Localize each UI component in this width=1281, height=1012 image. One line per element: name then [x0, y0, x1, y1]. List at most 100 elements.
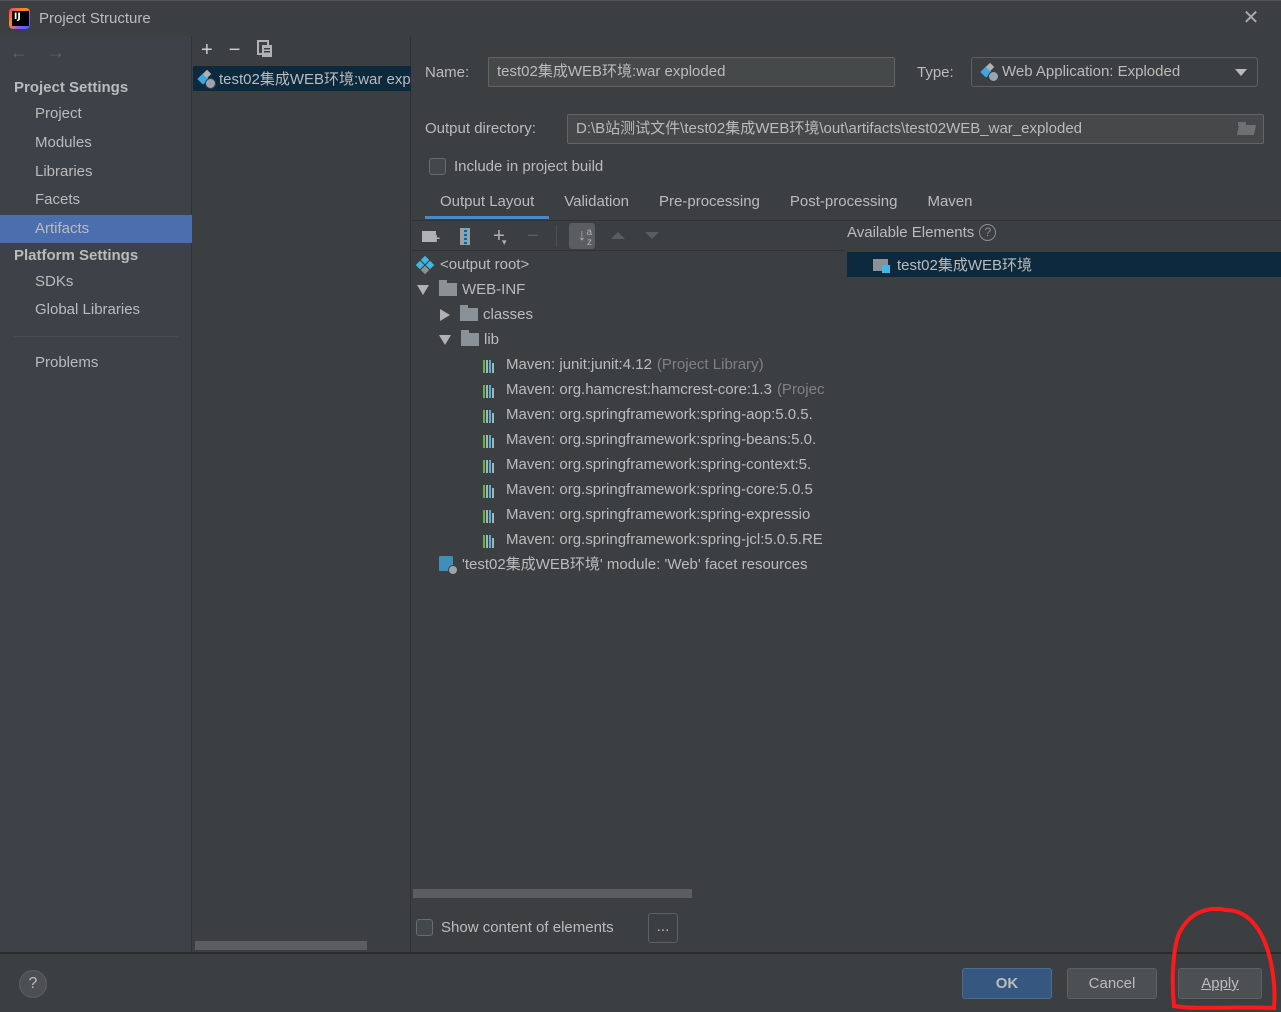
back-arrow-icon[interactable]: ← — [10, 42, 28, 62]
library-name: Maven: org.springframework:spring-aop:5.… — [506, 406, 813, 423]
artifacts-list-panel: + − test02集成WEB环境:war exploded — [193, 36, 411, 952]
new-directory-icon[interactable] — [420, 225, 442, 247]
tree-row-lib[interactable]: lib — [439, 327, 499, 352]
output-root-icon — [415, 255, 435, 274]
library-row[interactable]: Maven: org.hamcrest:hamcrest-core:1.3 (P… — [483, 377, 824, 402]
library-suffix: (Project Library) — [656, 356, 764, 373]
library-row[interactable]: Maven: junit:junit:4.12 (Project Library… — [483, 352, 764, 377]
sidebar-item-artifacts[interactable]: Artifacts — [0, 215, 192, 243]
sidebar-item-modules[interactable]: Modules — [0, 129, 192, 157]
help-icon[interactable]: ? — [979, 224, 997, 241]
tab-pre-processing[interactable]: Pre-processing — [644, 188, 775, 218]
tab-maven[interactable]: Maven — [912, 188, 987, 218]
artifact-tabs: Output Layout Validation Pre-processing … — [425, 188, 988, 219]
archive-icon[interactable] — [454, 225, 476, 247]
tab-post-processing[interactable]: Post-processing — [775, 188, 913, 218]
sidebar-item-problems[interactable]: Problems — [0, 349, 192, 377]
window-title: Project Structure — [39, 10, 151, 27]
section-platform-settings: Platform Settings — [14, 247, 139, 264]
artifact-list-item-label: test02集成WEB环境:war exploded — [219, 71, 411, 88]
add-icon[interactable]: + ▾ — [488, 225, 510, 247]
sidebar-item-sdks[interactable]: SDKs — [0, 268, 192, 296]
show-content-options-button[interactable]: ... — [648, 913, 678, 943]
maven-library-icon — [483, 532, 501, 548]
help-button[interactable]: ? — [19, 970, 47, 998]
sort-alpha-icon[interactable]: ↓ a z — [569, 222, 595, 249]
library-suffix: (Projec — [776, 381, 825, 398]
tab-validation[interactable]: Validation — [549, 188, 644, 218]
folder-icon — [439, 280, 457, 296]
artifact-type-select[interactable]: Web Application: Exploded — [971, 57, 1258, 87]
title-bar: Project Structure ✕ — [0, 0, 1281, 36]
include-in-build-checkbox[interactable] — [429, 158, 446, 175]
apply-button[interactable]: Apply — [1178, 968, 1262, 999]
navigation-arrows: ← → — [10, 42, 79, 63]
output-root-label: <output root> — [440, 256, 530, 273]
classes-label: classes — [483, 306, 534, 323]
cancel-button[interactable]: Cancel — [1067, 968, 1157, 999]
expand-arrow-icon[interactable] — [439, 334, 451, 345]
maven-library-icon — [483, 432, 501, 448]
ok-button[interactable]: OK — [962, 968, 1052, 999]
move-down-icon[interactable] — [645, 232, 659, 239]
remove-artifact-button[interactable]: − — [229, 40, 241, 64]
include-in-build-label: Include in project build — [454, 158, 604, 175]
copy-artifact-button[interactable] — [256, 40, 274, 64]
forward-arrow-icon[interactable]: → — [47, 42, 65, 62]
output-directory-input[interactable]: D:\B站测试文件\test02集成WEB环境\out\artifacts\te… — [567, 114, 1264, 144]
tree-row-web-inf[interactable]: WEB-INF — [417, 277, 525, 302]
library-name: Maven: org.springframework:spring-beans:… — [506, 431, 817, 448]
tree-horizontal-scrollbar[interactable] — [413, 889, 692, 898]
library-row[interactable]: Maven: org.springframework:spring-expres… — [483, 502, 810, 527]
web-app-icon — [980, 62, 999, 82]
output-layout-toolbar: +▾ − ↓az — [412, 221, 844, 251]
sidebar-item-facets[interactable]: Facets — [0, 186, 192, 214]
collapse-arrow-icon[interactable] — [440, 308, 450, 321]
add-artifact-button[interactable]: + — [201, 40, 213, 64]
chevron-down-icon — [1235, 69, 1247, 76]
library-row[interactable]: Maven: org.springframework:spring-contex… — [483, 452, 811, 477]
output-directory-value: D:\B站测试文件\test02集成WEB环境\out\artifacts\te… — [576, 120, 1083, 137]
library-row[interactable]: Maven: org.springframework:spring-aop:5.… — [483, 402, 813, 427]
available-elements-header: Available Elements ? — [847, 224, 997, 241]
artifacts-horizontal-scrollbar[interactable] — [195, 941, 367, 950]
maven-library-icon — [483, 407, 501, 423]
available-elements-title: Available Elements — [847, 224, 975, 241]
type-label: Type: — [917, 64, 954, 81]
library-name: Maven: org.springframework:spring-contex… — [506, 456, 812, 473]
sidebar-item-libraries[interactable]: Libraries — [0, 158, 192, 186]
sidebar-divider — [14, 336, 178, 337]
lib-label: lib — [484, 331, 500, 348]
web-facet-icon — [439, 555, 458, 575]
artifacts-toolbar: + − — [201, 40, 274, 64]
move-up-icon[interactable] — [611, 232, 625, 239]
library-row[interactable]: Maven: org.springframework:spring-core:5… — [483, 477, 813, 502]
sidebar-item-global-libraries[interactable]: Global Libraries — [0, 296, 192, 324]
tree-row-output-root[interactable]: <output root> — [415, 252, 530, 277]
sidebar-item-project[interactable]: Project — [0, 100, 192, 128]
artifact-type-value: Web Application: Exploded — [1002, 63, 1181, 80]
maven-library-icon — [483, 457, 501, 473]
output-directory-label: Output directory: — [425, 120, 536, 137]
tree-row-facet-resources[interactable]: 'test02集成WEB环境' module: 'Web' facet reso… — [439, 552, 807, 577]
section-project-settings: Project Settings — [14, 79, 129, 96]
remove-icon[interactable]: − — [522, 225, 544, 247]
library-row[interactable]: Maven: org.springframework:spring-jcl:5.… — [483, 527, 823, 552]
tree-row-classes[interactable]: classes — [438, 302, 533, 327]
close-button[interactable]: ✕ — [1240, 7, 1262, 29]
toolbar-separator — [556, 224, 557, 247]
expand-arrow-icon[interactable] — [417, 284, 429, 295]
maven-library-icon — [483, 382, 501, 398]
show-content-checkbox[interactable] — [416, 919, 433, 936]
artifact-list-item[interactable]: test02集成WEB环境:war exploded — [193, 66, 411, 91]
close-icon: ✕ — [1242, 7, 1260, 29]
maven-library-icon — [483, 482, 501, 498]
browse-folder-icon[interactable] — [1235, 118, 1259, 140]
available-element-item[interactable]: test02集成WEB环境 — [847, 252, 1281, 277]
library-row[interactable]: Maven: org.springframework:spring-beans:… — [483, 427, 816, 452]
library-name: Maven: junit:junit:4.12 — [506, 356, 652, 373]
library-name: Maven: org.hamcrest:hamcrest-core:1.3 — [506, 381, 772, 398]
library-name: Maven: org.springframework:spring-expres… — [506, 506, 811, 523]
artifact-name-input[interactable]: test02集成WEB环境:war exploded — [488, 57, 895, 87]
tab-output-layout[interactable]: Output Layout — [425, 188, 550, 219]
